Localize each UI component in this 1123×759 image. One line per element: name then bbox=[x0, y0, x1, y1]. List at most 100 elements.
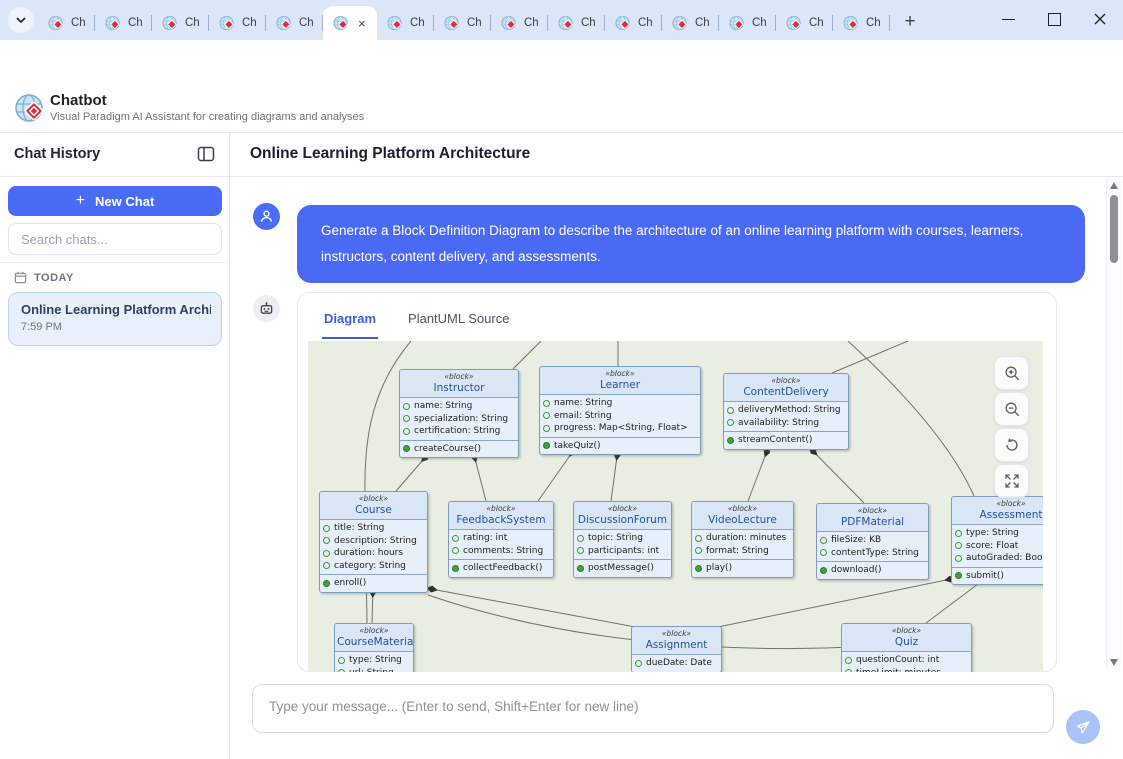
chat-item-time: 7:59 PM bbox=[21, 321, 62, 333]
uml-attributes: duration: minutes format: String bbox=[692, 530, 793, 559]
uml-member: availability: String bbox=[727, 417, 845, 430]
browser-tab[interactable]: Ch bbox=[833, 6, 890, 40]
browser-tab[interactable]: Ch bbox=[152, 6, 209, 40]
plus-icon: + bbox=[75, 192, 86, 209]
tab-label: Ch bbox=[638, 17, 652, 29]
uml-member: postMessage() bbox=[577, 562, 668, 575]
message-input[interactable] bbox=[252, 684, 1054, 733]
main-header: Online Learning Platform Architecture bbox=[230, 133, 1123, 177]
diagram-canvas[interactable]: «block» Instructor name: String specializat… bbox=[308, 341, 1043, 672]
browser-tab[interactable]: Ch bbox=[662, 6, 719, 40]
search-chats-input[interactable] bbox=[8, 223, 222, 255]
scroll-down-arrow-icon[interactable] bbox=[1110, 659, 1118, 666]
user-message-avatar bbox=[253, 203, 280, 230]
tab-label: Ch bbox=[242, 17, 256, 29]
new-chat-label: New Chat bbox=[95, 193, 155, 209]
bot-message-avatar bbox=[253, 295, 280, 322]
browser-tab[interactable]: Ch bbox=[434, 6, 491, 40]
fullscreen-icon[interactable] bbox=[994, 464, 1029, 498]
uml-block-discussion-forum: «block» DiscussionForum topic: String parti… bbox=[573, 501, 672, 578]
user-message-bubble: Generate a Block Definition Diagram to d… bbox=[297, 205, 1085, 283]
uml-block-course-material: «block»CourseMaterialtype: Stringurl: St… bbox=[334, 623, 414, 672]
tab-close-icon[interactable]: × bbox=[358, 17, 366, 30]
new-tab-button[interactable]: + bbox=[896, 8, 924, 36]
chat-scrollbar[interactable] bbox=[1106, 179, 1122, 669]
uml-member: type: String bbox=[955, 527, 1043, 540]
new-chat-button[interactable]: + New Chat bbox=[8, 186, 222, 216]
tab-search-chevron-icon[interactable] bbox=[8, 7, 34, 33]
tab-label: Ch bbox=[695, 17, 709, 29]
uml-block-header: «block» Assignment bbox=[632, 627, 721, 655]
uml-member: description: String bbox=[323, 535, 424, 548]
uml-member: type: String bbox=[338, 654, 410, 667]
uml-member: specialization: String bbox=[403, 413, 515, 426]
browser-tab[interactable]: Ch bbox=[377, 6, 434, 40]
uml-member: format: String bbox=[695, 545, 790, 558]
uml-attributes: title: String description: String duration… bbox=[320, 520, 427, 574]
tab-diagram[interactable]: Diagram bbox=[322, 303, 379, 339]
uml-block-assessment: «block» Assessment type: String score: Floa… bbox=[951, 496, 1043, 585]
chat-scrollbar-thumb[interactable] bbox=[1109, 195, 1118, 263]
uml-block-instructor: «block» Instructor name: String specializat… bbox=[399, 369, 519, 458]
uml-attributes: name: String email: String progress: Map<S… bbox=[540, 395, 700, 437]
minimize-button[interactable] bbox=[985, 0, 1031, 38]
uml-member: participants: int bbox=[577, 545, 668, 558]
browser-tab[interactable]: Ch bbox=[38, 6, 95, 40]
tab-plantuml-source[interactable]: PlantUML Source bbox=[406, 303, 511, 339]
uml-member: topic: String bbox=[577, 532, 668, 545]
collapse-sidebar-icon[interactable] bbox=[196, 144, 218, 166]
chat-history-sidebar: Chat History + New Chat TODAY Online Lea… bbox=[0, 133, 230, 759]
uml-attributes: type: Stringurl: String bbox=[335, 652, 413, 672]
uml-member: comments: String bbox=[452, 545, 550, 558]
browser-tab[interactable]: Ch bbox=[209, 6, 266, 40]
chat-scroll-area: Generate a Block Definition Diagram to d… bbox=[230, 177, 1123, 672]
uml-member: dueDate: Date bbox=[635, 657, 718, 670]
uml-block-assignment: «block» Assignment dueDate: Date bbox=[631, 626, 722, 672]
app-title: Chatbot bbox=[50, 92, 107, 109]
uml-member: enroll() bbox=[323, 577, 424, 590]
uml-block-header: «block» Course bbox=[320, 492, 427, 520]
uml-member: deliveryMethod: String bbox=[727, 404, 845, 417]
tab-label: Ch bbox=[185, 17, 199, 29]
uml-member: fileSize: KB bbox=[820, 534, 925, 547]
reset-icon[interactable] bbox=[994, 428, 1029, 462]
close-button[interactable] bbox=[1077, 0, 1123, 38]
uml-block-header: «block» PDFMaterial bbox=[817, 504, 928, 532]
send-button[interactable] bbox=[1066, 710, 1100, 744]
uml-operations: download() bbox=[817, 561, 928, 579]
section-today: TODAY bbox=[14, 271, 74, 284]
uml-member: download() bbox=[820, 564, 925, 577]
tab-label: Ch bbox=[410, 17, 424, 29]
browser-tab-active[interactable]: × bbox=[323, 6, 377, 40]
result-card: Diagram PlantUML Source «block» Instructor… bbox=[297, 292, 1057, 672]
zoom-in-icon[interactable] bbox=[994, 356, 1029, 390]
uml-member: title: String bbox=[323, 522, 424, 535]
browser-tab-strip: Ch Ch Ch Ch Ch × Ch Ch Ch Ch Ch Ch Ch Ch Ch + bbox=[0, 0, 1123, 40]
uml-operations: postMessage() bbox=[574, 559, 671, 577]
tab-label: Ch bbox=[299, 17, 313, 29]
browser-tab[interactable]: Ch bbox=[776, 6, 833, 40]
maximize-button[interactable] bbox=[1031, 0, 1077, 38]
uml-member: duration: minutes bbox=[695, 532, 790, 545]
uml-operations: submit() bbox=[952, 566, 1043, 585]
scroll-up-arrow-icon[interactable] bbox=[1110, 182, 1118, 189]
uml-block-header: «block» CourseMaterial bbox=[335, 624, 413, 652]
browser-tab[interactable]: Ch bbox=[605, 6, 662, 40]
uml-attributes: topic: String participants: int bbox=[574, 530, 671, 559]
browser-tab[interactable]: Ch bbox=[719, 6, 776, 40]
browser-tab[interactable]: Ch bbox=[95, 6, 152, 40]
uml-operations: collectFeedback() bbox=[449, 559, 553, 577]
uml-attributes: deliveryMethod: String availability: Stri… bbox=[724, 402, 848, 431]
zoom-out-icon[interactable] bbox=[994, 392, 1029, 426]
uml-attributes: rating: int comments: String bbox=[449, 530, 553, 559]
tab-label: Ch bbox=[809, 17, 823, 29]
browser-tab[interactable]: Ch bbox=[548, 6, 605, 40]
tabs-holder: Ch Ch Ch Ch Ch × Ch Ch Ch Ch Ch Ch Ch Ch Ch bbox=[38, 6, 890, 40]
browser-tab[interactable]: Ch bbox=[491, 6, 548, 40]
chat-list-item[interactable]: Online Learning Platform Archit... 7:59 P… bbox=[8, 292, 222, 346]
tab-label: Ch bbox=[128, 17, 142, 29]
uml-member: certification: String bbox=[403, 425, 515, 438]
browser-tab[interactable]: Ch bbox=[266, 6, 323, 40]
tab-label: Ch bbox=[467, 17, 481, 29]
uml-block-header: «block» Instructor bbox=[400, 370, 518, 398]
